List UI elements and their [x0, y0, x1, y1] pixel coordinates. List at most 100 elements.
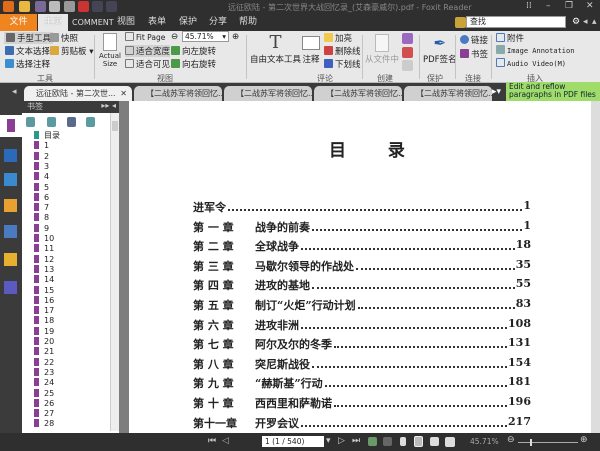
rotate-right-button[interactable]: 向右旋转: [171, 58, 216, 70]
strikeout-button[interactable]: 删除线: [324, 45, 361, 57]
underline-button[interactable]: 下划线: [324, 58, 361, 70]
menu-home[interactable]: 主页: [38, 14, 68, 31]
highlight-button[interactable]: 加亮: [324, 32, 352, 44]
bookmarks-scrollbar[interactable]: [110, 113, 119, 431]
toc-entry[interactable]: 第 九 章 “赫斯基”行动 181: [193, 375, 531, 391]
combine-icon[interactable]: [402, 47, 413, 58]
pdf-sign-button[interactable]: ✒ PDF签名: [423, 33, 457, 65]
bookmark-item[interactable]: 17: [34, 306, 54, 315]
bookmark-item[interactable]: 20: [34, 337, 54, 346]
fit-page-button[interactable]: Fit Page: [125, 32, 165, 42]
toc-entry[interactable]: 第 五 章 制订“火炬”行动计划 83: [193, 297, 531, 313]
ribbon-icon[interactable]: [78, 1, 89, 12]
layers-icon[interactable]: [4, 173, 17, 186]
bookmark-item[interactable]: 15: [34, 285, 54, 295]
toc-entry[interactable]: 第十一章 开罗会议 217: [193, 415, 531, 431]
close-button[interactable]: ✕: [586, 1, 594, 11]
bookmark-item[interactable]: 28: [34, 419, 54, 428]
bookmark-item[interactable]: 11: [34, 244, 54, 253]
email-icon[interactable]: [64, 1, 75, 12]
rotate-left-button[interactable]: 向左旋转: [171, 45, 216, 57]
zoom-in-icon[interactable]: ⊕: [232, 32, 239, 42]
bookmark-item[interactable]: 25: [34, 388, 54, 398]
search-options-icon[interactable]: [455, 17, 466, 28]
attachment-button[interactable]: 附件: [496, 32, 524, 44]
menu-help[interactable]: 帮助: [236, 14, 260, 31]
page-dropdown-icon[interactable]: ▾: [326, 436, 331, 446]
minimize-button[interactable]: –: [546, 1, 551, 11]
lock-icon[interactable]: [4, 253, 17, 266]
last-page-button[interactable]: ⏭: [352, 436, 360, 446]
print-icon[interactable]: [49, 1, 60, 12]
close-tab-icon[interactable]: ✕: [120, 86, 127, 101]
next-page-button[interactable]: ▷: [338, 436, 345, 446]
toc-entry[interactable]: 第 十 章 西西里和萨勒诺 196: [193, 395, 531, 411]
scan-icon[interactable]: [402, 60, 413, 71]
page-number-input[interactable]: 1 (1 / 540): [262, 436, 324, 447]
menu-protect[interactable]: 保护: [176, 14, 200, 31]
audio-video-button[interactable]: Audio Video(M): [496, 58, 566, 68]
promo-tip[interactable]: Edit and reflow paragraphs in PDF files: [506, 82, 600, 101]
undo-icon[interactable]: [92, 1, 103, 12]
bookmark-item[interactable]: 8: [34, 213, 49, 222]
bookmark-item[interactable]: 10: [34, 234, 54, 243]
toc-entry[interactable]: 第 六 章 进攻非洲 108: [193, 317, 531, 333]
expand-bookmark-icon[interactable]: [26, 117, 35, 127]
toc-entry[interactable]: 进军令 1: [193, 199, 531, 215]
fit-width-button[interactable]: 适合宽度: [125, 45, 171, 57]
tab-document[interactable]: 【二战苏军将领回忆...: [404, 86, 492, 101]
menu-view[interactable]: 视图: [114, 14, 138, 31]
bookmark-item[interactable]: 19: [34, 326, 54, 336]
tab-document-active[interactable]: 远征欧陆 - 第二次世... ✕: [24, 86, 132, 101]
zoom-in-button[interactable]: ⊕: [580, 435, 588, 445]
search-input[interactable]: 查找: [466, 16, 566, 28]
select-annotation-button[interactable]: 选择注释: [5, 58, 50, 70]
prev-page-button[interactable]: ◁: [222, 436, 229, 446]
bookmark-item[interactable]: 18: [34, 316, 54, 325]
typewriter-button[interactable]: T 自由文本工具: [250, 33, 301, 66]
bookmark-button[interactable]: 书签: [460, 48, 488, 60]
menu-comment[interactable]: COMMENT: [72, 14, 114, 31]
delete-bookmark-icon[interactable]: [67, 117, 76, 127]
toc-entry[interactable]: 第 七 章 阿尔及尔的冬季 131: [193, 336, 531, 352]
bookmark-item[interactable]: 16: [34, 295, 54, 305]
tab-document[interactable]: 【二战苏军将领回忆...: [134, 86, 222, 101]
maximize-button[interactable]: ❐: [565, 1, 573, 11]
panel-collapse-icon[interactable]: ▸▸ ◂: [101, 101, 116, 110]
prev-icon[interactable]: ◂: [583, 17, 588, 27]
facing-icon[interactable]: [430, 437, 439, 446]
toc-entry[interactable]: 第 三 章 马歇尔领导的作战处 35: [193, 258, 531, 274]
save-icon[interactable]: [35, 1, 46, 12]
create-pdf-icon[interactable]: [402, 33, 413, 44]
fit-visible-button[interactable]: 适合可见: [125, 58, 170, 70]
zoom-slider-thumb[interactable]: [530, 439, 532, 446]
bookmark-item[interactable]: 6: [34, 192, 49, 202]
gear-icon[interactable]: ⚙: [572, 17, 580, 27]
bookmark-item[interactable]: 4: [34, 172, 49, 181]
previous-view-icon[interactable]: [368, 437, 377, 446]
hand-tool-button[interactable]: 手型工具: [4, 32, 54, 44]
bookmark-item[interactable]: 7: [34, 203, 49, 212]
menu-share[interactable]: 分享: [206, 14, 230, 31]
comments-icon[interactable]: [4, 199, 17, 212]
bookmark-options-icon[interactable]: [86, 117, 95, 127]
zoom-select[interactable]: 45.71% ▾: [182, 31, 229, 42]
from-file-button[interactable]: 从文件中: [365, 33, 399, 65]
snapshot-button[interactable]: 快照: [50, 32, 78, 44]
note-button[interactable]: 注释: [302, 33, 320, 65]
bookmark-item[interactable]: 1: [34, 141, 49, 150]
toc-entry[interactable]: 第 四 章 进攻的基地 55: [193, 277, 531, 293]
bookmark-item[interactable]: 9: [34, 223, 49, 233]
bookmarks-panel-button[interactable]: [0, 115, 22, 137]
bookmark-item[interactable]: 26: [34, 398, 54, 408]
continuous-facing-icon[interactable]: [445, 437, 455, 447]
single-page-icon[interactable]: [400, 437, 406, 446]
tab-document[interactable]: 【二战苏军将领回忆...: [224, 86, 312, 101]
attachments-icon[interactable]: [4, 225, 17, 238]
bookmark-item[interactable]: 12: [34, 254, 54, 264]
bookmark-item[interactable]: 27: [34, 409, 54, 418]
toc-entry[interactable]: 第 八 章 突尼斯战役 154: [193, 356, 531, 372]
menu-form[interactable]: 表单: [145, 14, 169, 31]
next-view-icon[interactable]: [383, 437, 392, 446]
image-annotation-button[interactable]: Image Annotation: [496, 45, 574, 55]
